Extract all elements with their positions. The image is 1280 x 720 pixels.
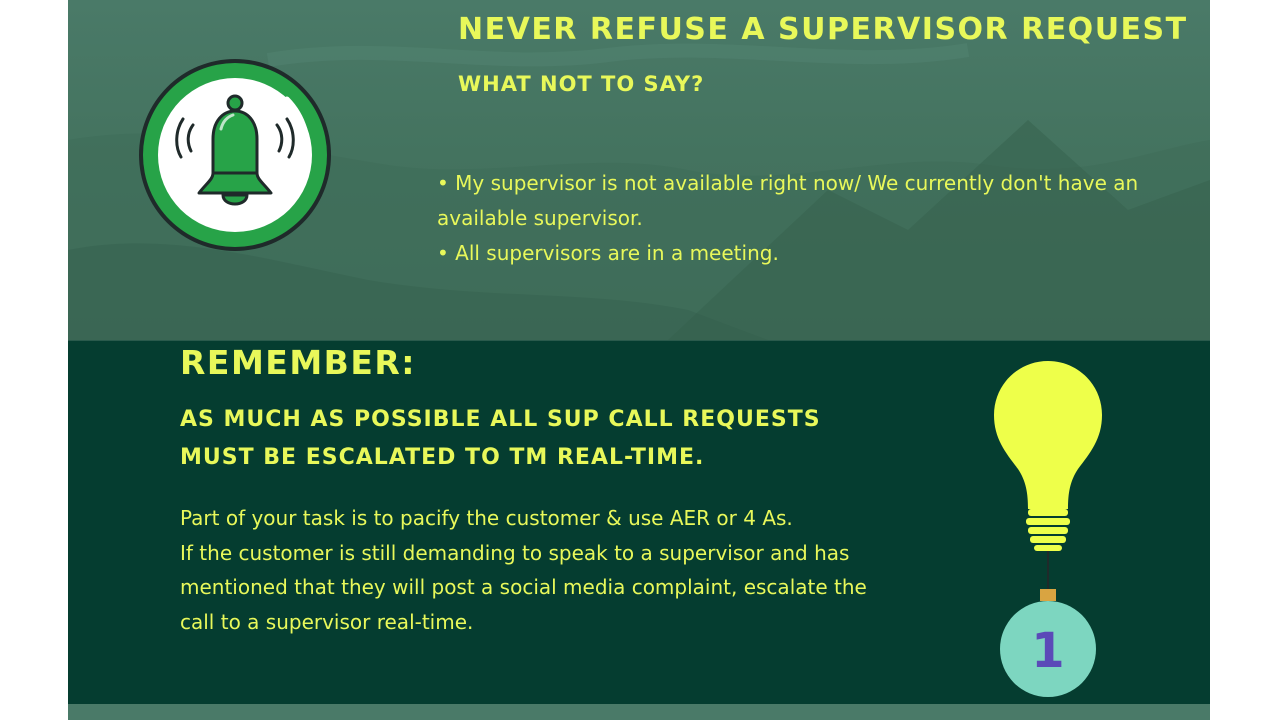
paragraph: Part of your task is to pacify the custo… (180, 506, 793, 530)
paragraph: If the customer is still demanding to sp… (180, 540, 867, 634)
bullet-list: • My supervisor is not available right n… (437, 166, 1187, 271)
section-subtitle: WHAT NOT TO SAY? (458, 72, 705, 96)
list-item: • All supervisors are in a meeting. (437, 241, 779, 265)
lightbulb-icon: 1 (994, 361, 1102, 697)
slide: NEVER REFUSE A SUPERVISOR REQUEST WHAT N… (68, 0, 1210, 720)
top-panel: NEVER REFUSE A SUPERVISOR REQUEST WHAT N… (68, 0, 1210, 340)
list-item: • My supervisor is not available right n… (437, 171, 1139, 230)
remember-heading: REMEMBER: (180, 343, 416, 382)
bulb-number: 1 (1031, 623, 1064, 679)
bottom-panel: REMEMBER: AS MUCH AS POSSIBLE ALL SUP CA… (68, 340, 1210, 705)
page-title: NEVER REFUSE A SUPERVISOR REQUEST (458, 12, 1188, 47)
instructions-text: Part of your task is to pacify the custo… (180, 501, 870, 639)
bell-icon (139, 59, 331, 251)
rule-subheading: AS MUCH AS POSSIBLE ALL SUP CALL REQUEST… (180, 407, 821, 470)
footer-strip (68, 704, 1210, 720)
